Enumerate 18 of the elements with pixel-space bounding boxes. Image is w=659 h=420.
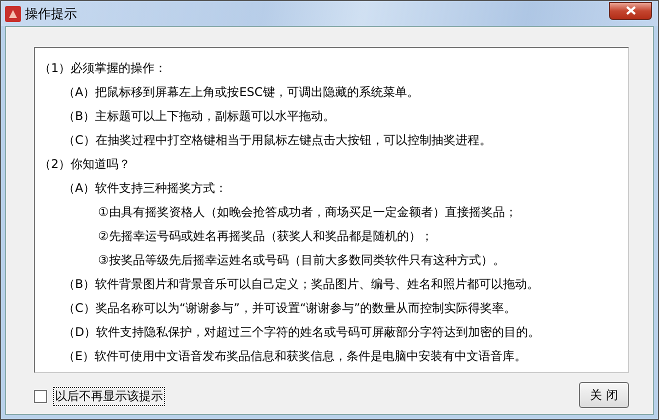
tip-text: （A）软件支持三种摇奖方式： [62,180,228,197]
tip-text: ①由具有摇奖资格人（如晚会抢答成功者，商场买足一定金额者）直接摇奖品； [97,204,518,221]
tip-text: （E）软件可使用中文语音发布奖品信息和获奖信息，条件是电脑中安装有中文语音库。 [62,348,528,365]
close-icon [626,6,636,15]
tip-text: （1）必须掌握的操作： [38,60,168,77]
tip-text: （B）主标题可以上下拖动，副标题可以水平拖动。 [62,108,336,125]
close-button[interactable] [609,2,652,20]
app-icon [5,6,21,22]
tip-text: （A）把鼠标移到屏幕左上角或按ESC键，可调出隐藏的系统菜单。 [62,84,420,101]
tip-text: （C）在抽奖过程中打空格键相当于用鼠标左键点击大按钮，可以控制抽奖进程。 [62,132,492,149]
tip-text: （D）软件支持隐私保护，对超过三个字符的姓名或号码可屏蔽部分字符达到加密的目的。 [62,324,542,341]
window-title: 操作提示 [25,6,78,22]
tip-text: ②先摇幸运号码或姓名再摇奖品（获奖人和奖品都是随机的）； [97,228,434,245]
tip-text: ③按奖品等级先后摇幸运姓名或号码（目前大多数同类软件只有这种方式）。 [97,252,506,269]
tip-text: （2）你知道吗？ [38,156,132,173]
tip-text: （C）奖品名称可以为“谢谢参与”，并可设置“谢谢参与”的数量从而控制实际得奖率。 [62,300,518,317]
close-dialog-button[interactable]: 关 闭 [579,382,629,408]
tip-text: （B）软件背景图片和背景音乐可以自己定义；奖品图片、编号、姓名和照片都可以拖动。 [62,276,540,293]
